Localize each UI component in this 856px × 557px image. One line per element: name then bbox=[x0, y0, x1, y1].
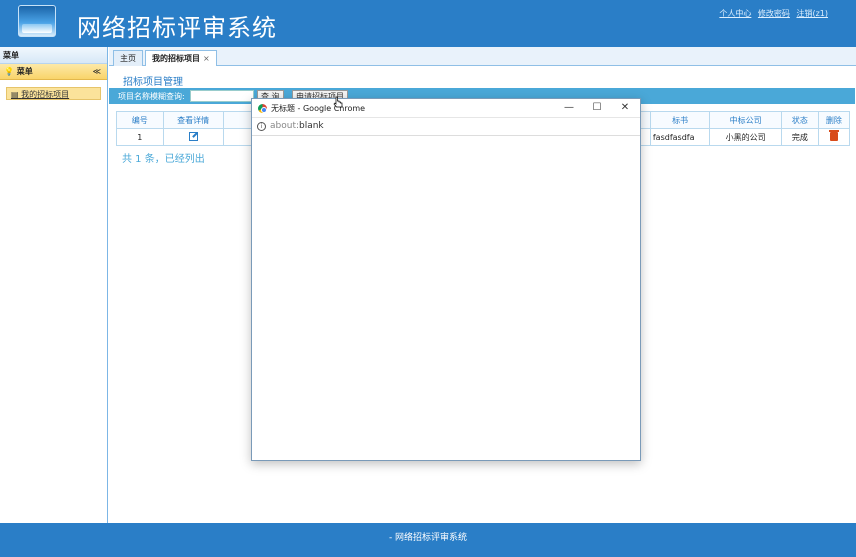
record-summary: 共 1 条，已经列出 bbox=[122, 154, 205, 165]
col-winning-company: 中标公司 bbox=[709, 111, 782, 129]
col-status: 状态 bbox=[780, 111, 819, 129]
col-delete: 删除 bbox=[817, 111, 851, 129]
tab-label: 我的招标项目 bbox=[152, 54, 200, 63]
sidebar-item-my-projects[interactable]: ▤ 我的招标项目 bbox=[6, 87, 101, 100]
col-id: 编号 bbox=[116, 111, 164, 129]
app-header: 网络招标评审系统 个人中心 修改密码 注销(z1) bbox=[0, 0, 856, 47]
search-input[interactable] bbox=[190, 90, 254, 102]
cell-status: 完成 bbox=[780, 128, 819, 146]
tab-label: 主页 bbox=[120, 54, 136, 63]
chrome-icon bbox=[258, 104, 267, 113]
hand-cursor-icon bbox=[333, 96, 343, 108]
col-document: 标书 bbox=[649, 111, 711, 129]
close-button[interactable]: ✕ bbox=[618, 101, 632, 115]
col-details: 查看详情 bbox=[162, 111, 224, 129]
trash-icon[interactable] bbox=[828, 129, 839, 141]
url-path: blank bbox=[299, 121, 324, 131]
menu-group-label: 菜单 bbox=[16, 67, 33, 76]
collapse-icon[interactable]: ≪ bbox=[93, 64, 101, 80]
maximize-button[interactable]: ☐ bbox=[590, 101, 604, 115]
sidebar-title: 菜单 bbox=[0, 47, 107, 64]
sidebar-item-label: 我的招标项目 bbox=[21, 90, 70, 99]
cell-company: 小黑的公司 bbox=[709, 128, 782, 146]
cell-details bbox=[162, 128, 224, 146]
personal-center-link[interactable]: 个人中心 bbox=[719, 9, 751, 18]
sidebar: 菜单 💡 菜单 ≪ ▤ 我的招标项目 bbox=[0, 47, 108, 523]
logout-link[interactable]: 注销(z1) bbox=[796, 9, 828, 18]
address-bar[interactable]: i about:blank bbox=[252, 118, 640, 136]
tab-close-icon[interactable]: × bbox=[203, 54, 210, 63]
cell-id: 1 bbox=[116, 128, 164, 146]
url-scheme: about: bbox=[270, 121, 299, 131]
tab-bar: 主页 我的招标项目 × bbox=[109, 47, 856, 66]
page-title: 招标项目管理 bbox=[123, 77, 183, 88]
change-password-link[interactable]: 修改密码 bbox=[758, 9, 790, 18]
popup-titlebar[interactable]: 无标题 - Google Chrome — ☐ ✕ bbox=[252, 99, 640, 118]
app-footer: - 网络招标评审系统 bbox=[0, 523, 856, 557]
app-logo bbox=[18, 5, 56, 37]
app-title: 网络招标评审系统 bbox=[77, 14, 277, 42]
url-text: about:blank bbox=[270, 121, 324, 131]
search-label: 项目名称模糊查询: bbox=[118, 92, 185, 101]
cell-delete bbox=[817, 128, 851, 146]
menu-group-header[interactable]: 💡 菜单 ≪ bbox=[0, 64, 107, 80]
tab-my-projects[interactable]: 我的招标项目 × bbox=[145, 50, 217, 66]
cell-document: fasdfasdfa bbox=[649, 128, 711, 146]
lightbulb-icon: 💡 bbox=[4, 67, 14, 76]
popup-title: 无标题 - Google Chrome bbox=[271, 104, 366, 113]
popup-browser-window[interactable]: 无标题 - Google Chrome — ☐ ✕ i about:blank bbox=[251, 98, 641, 461]
minimize-button[interactable]: — bbox=[562, 101, 576, 115]
document-icon: ▤ bbox=[11, 90, 19, 99]
top-links: 个人中心 修改密码 注销(z1) bbox=[715, 8, 828, 19]
edit-icon[interactable] bbox=[188, 131, 198, 141]
tab-home[interactable]: 主页 bbox=[113, 50, 143, 66]
info-icon[interactable]: i bbox=[257, 122, 266, 131]
